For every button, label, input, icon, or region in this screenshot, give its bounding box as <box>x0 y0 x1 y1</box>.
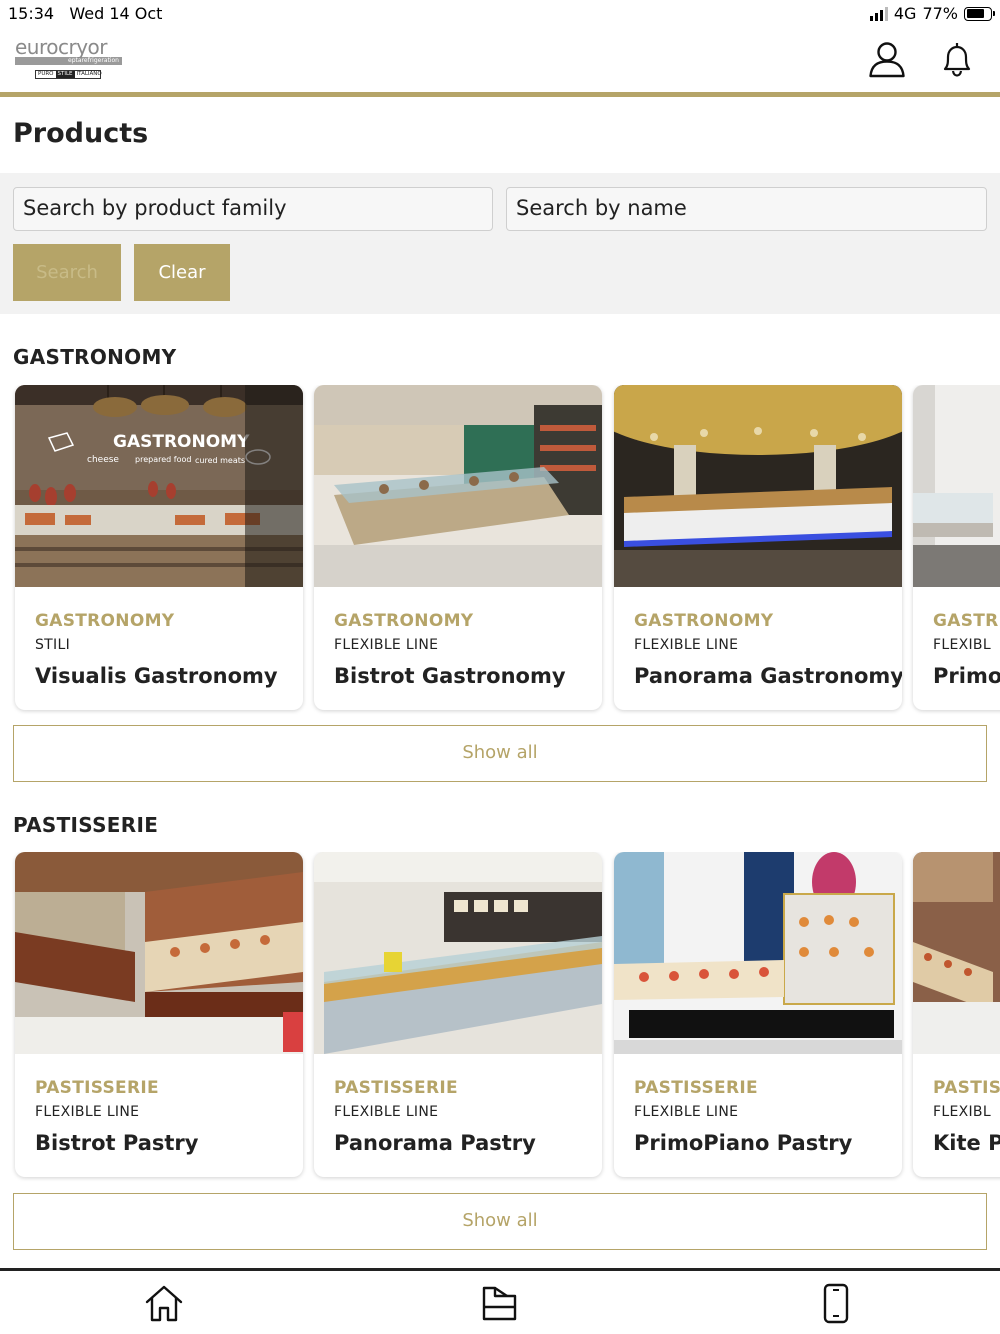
search-button[interactable]: Search <box>13 244 121 301</box>
card-name: Panorama Pastry <box>334 1131 536 1155</box>
signage-title: GASTRONOMY <box>113 432 250 452</box>
product-image: GASTRONOMY cheese prepared food cured me… <box>15 385 303 587</box>
card-family: PASTISSERIE <box>334 1078 458 1098</box>
section-title-gastronomy: GASTRONOMY <box>13 345 177 369</box>
gastronomy-carousel[interactable]: GASTRONOMY cheese prepared food cured me… <box>0 385 1000 715</box>
product-image <box>314 385 602 587</box>
product-image <box>614 385 902 587</box>
card-family: GASTRONOMY <box>35 611 175 631</box>
signage-cured-meats: cured meats <box>195 456 245 465</box>
pastisserie-carousel[interactable]: PASTISSERIE FLEXIBLE LINE Bistrot Pastry… <box>0 852 1000 1182</box>
product-image <box>913 385 1000 587</box>
card-family: GASTRONOMY <box>334 611 474 631</box>
signal-icon <box>869 6 888 21</box>
signage-cheese: cheese <box>87 455 119 465</box>
network-label: 4G <box>893 4 917 23</box>
card-line: STILI <box>35 637 70 653</box>
user-icon[interactable] <box>868 40 906 78</box>
card-name: Bistrot Gastronomy <box>334 664 566 688</box>
battery-icon <box>964 6 995 21</box>
product-card[interactable]: PASTISSERIE FLEXIBLE LINE PrimoPiano Pas… <box>614 852 902 1177</box>
product-card[interactable]: GASTR FLEXIBL Primo <box>913 385 1000 710</box>
card-name: Visualis Gastronomy <box>35 664 278 688</box>
product-card[interactable]: PASTISSERIE FLEXIBLE LINE Panorama Pastr… <box>314 852 602 1177</box>
status-time: 15:34 Wed 14 Oct <box>8 4 163 23</box>
product-card[interactable]: PASTISSERIE FLEXIBLE LINE Bistrot Pastry <box>15 852 303 1177</box>
clear-button[interactable]: Clear <box>134 244 230 301</box>
page-title: Products <box>13 118 149 149</box>
product-card[interactable]: GASTRONOMY cheese prepared food cured me… <box>15 385 303 710</box>
product-family-search-input[interactable]: Search by product family <box>13 187 493 231</box>
product-card[interactable]: GASTRONOMY FLEXIBLE LINE Panorama Gastro… <box>614 385 902 710</box>
section-title-pastisserie: PASTISSERIE <box>13 813 159 837</box>
card-family: GASTR <box>933 611 999 631</box>
card-family: PASTISSERIE <box>634 1078 758 1098</box>
name-search-input[interactable]: Search by name <box>506 187 987 231</box>
catalog-icon[interactable] <box>477 1281 521 1325</box>
card-line: FLEXIBLE LINE <box>334 1104 439 1120</box>
status-bar: 15:34 Wed 14 Oct 4G 77% <box>0 0 1000 28</box>
eurocryor-logo[interactable]: eurocryor eptarefrigeration PURO STILE ITA… <box>15 35 125 79</box>
signage-prepared-food: prepared food <box>135 455 191 464</box>
logo-brand: eurocryor <box>15 35 108 59</box>
card-family: GASTRONOMY <box>634 611 774 631</box>
product-image <box>913 852 1000 1054</box>
product-image <box>15 852 303 1054</box>
card-line: FLEXIBLE LINE <box>634 1104 739 1120</box>
card-line: FLEXIBL <box>933 1104 991 1120</box>
header-divider <box>0 92 1000 97</box>
card-line: FLEXIBLE LINE <box>334 637 439 653</box>
home-icon[interactable] <box>142 1281 186 1325</box>
app-header: eurocryor eptarefrigeration PURO STILE ITA… <box>0 30 1000 92</box>
device-icon[interactable] <box>814 1281 858 1325</box>
show-all-gastronomy-button[interactable]: Show all <box>13 725 987 782</box>
product-image <box>614 852 902 1054</box>
show-all-pastisserie-button[interactable]: Show all <box>13 1193 987 1250</box>
status-right: 4G 77% <box>869 4 995 23</box>
search-panel: Search by product family Search by name … <box>0 173 1000 314</box>
card-name: Kite P <box>933 1131 1000 1155</box>
card-line: FLEXIBLE LINE <box>35 1104 140 1120</box>
card-name: Primo <box>933 664 1000 688</box>
bell-icon[interactable] <box>939 40 977 78</box>
logo-tagline: PURO STILE ITALIANO <box>35 70 102 79</box>
product-card[interactable]: PASTIS FLEXIBL Kite P <box>913 852 1000 1177</box>
card-name: PrimoPiano Pastry <box>634 1131 853 1155</box>
card-line: FLEXIBLE LINE <box>634 637 739 653</box>
product-card[interactable]: GASTRONOMY FLEXIBLE LINE Bistrot Gastron… <box>314 385 602 710</box>
product-image <box>314 852 602 1054</box>
bottom-tab-bar <box>0 1268 1000 1334</box>
card-line: FLEXIBL <box>933 637 991 653</box>
card-name: Panorama Gastronomy <box>634 664 902 688</box>
battery-percent: 77% <box>922 4 958 23</box>
card-family: PASTISSERIE <box>35 1078 159 1098</box>
card-name: Bistrot Pastry <box>35 1131 199 1155</box>
card-family: PASTIS <box>933 1078 1000 1098</box>
